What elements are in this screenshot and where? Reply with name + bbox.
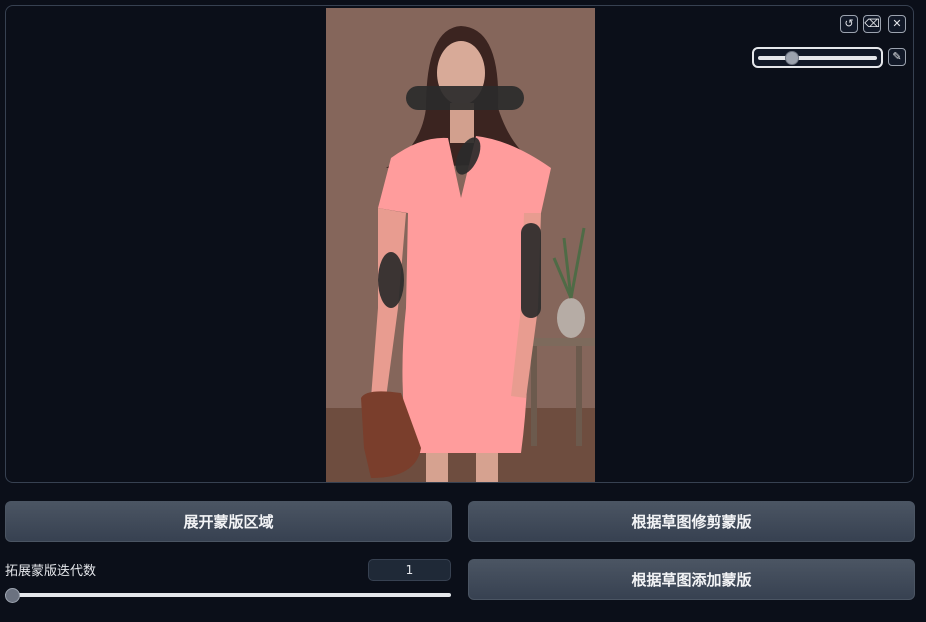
iterations-label: 拓展蒙版迭代数	[5, 564, 97, 579]
iterations-input[interactable]: 1	[368, 559, 451, 581]
add-mask-button[interactable]: 根据草图添加蒙版	[468, 559, 915, 600]
expand-mask-button[interactable]: 展开蒙版区域	[5, 501, 452, 542]
iterations-thumb[interactable]	[5, 588, 20, 603]
inpaint-image[interactable]	[326, 8, 595, 482]
close-icon: ✕	[892, 17, 902, 30]
trim-mask-button[interactable]: 根据草图修剪蒙版	[468, 501, 915, 542]
eraser-icon: ⌫	[864, 17, 880, 30]
iterations-slider[interactable]	[5, 587, 451, 603]
brush-size-track	[758, 56, 877, 60]
image-editor-canvas[interactable]: ↺ ⌫ ✕ ✎	[5, 5, 914, 483]
brush-color-button[interactable]: ✎	[888, 48, 906, 66]
close-button[interactable]: ✕	[888, 15, 906, 33]
brush-size-thumb[interactable]	[785, 51, 800, 65]
eraser-button[interactable]: ⌫	[863, 15, 881, 33]
undo-icon: ↺	[844, 17, 854, 30]
brush-icon: ✎	[892, 50, 902, 63]
brush-size-slider[interactable]	[752, 47, 883, 68]
masked-photo	[326, 8, 595, 482]
iterations-track	[5, 593, 451, 597]
undo-button[interactable]: ↺	[840, 15, 858, 33]
